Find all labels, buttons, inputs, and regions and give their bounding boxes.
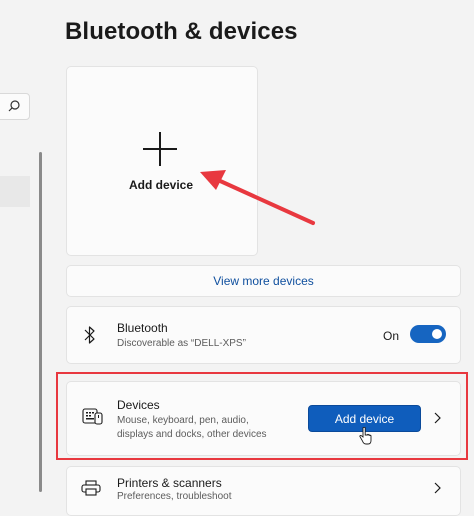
annotation-arrow [200, 170, 315, 225]
